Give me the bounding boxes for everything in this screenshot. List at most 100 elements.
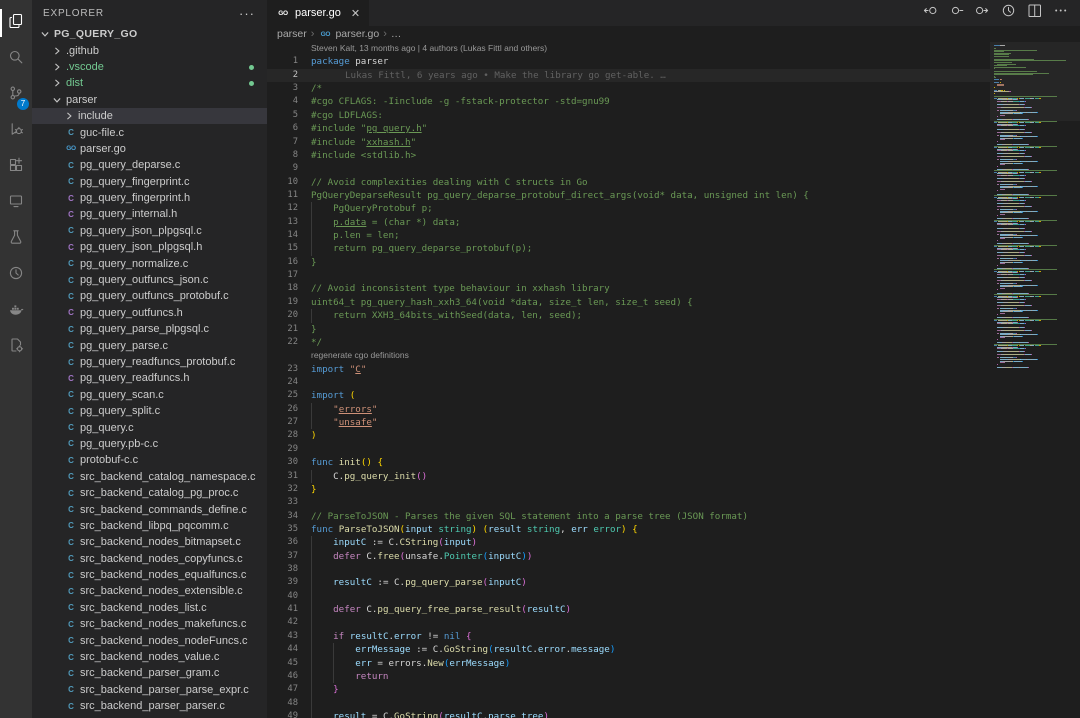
- tree-item-pg-query-deparse-c[interactable]: Cpg_query_deparse.c: [32, 157, 267, 173]
- activity-item-testing[interactable]: [0, 221, 32, 257]
- more-actions-button[interactable]: [1053, 3, 1068, 23]
- activity-item-extensions[interactable]: [0, 149, 32, 185]
- tree-item-pg-query-internal-h[interactable]: Cpg_query_internal.h: [32, 206, 267, 222]
- tab-parser-go[interactable]: GO parser.go ✕: [267, 0, 369, 26]
- tree-item-src-backend-nodes-extensible-c[interactable]: Csrc_backend_nodes_extensible.c: [32, 583, 267, 599]
- codelens-row[interactable]: regenerate cgo definitions: [267, 349, 990, 362]
- code-line[interactable]: 4#cgo CFLAGS: -Iinclude -g -fstack-prote…: [267, 95, 990, 108]
- code-line[interactable]: 23import "C": [267, 363, 990, 376]
- activity-item-remote-explorer[interactable]: [0, 185, 32, 221]
- code-line[interactable]: 43 if resultC.error != nil {: [267, 630, 990, 643]
- minimap[interactable]: [990, 42, 1080, 718]
- explorer-more-actions-button[interactable]: ···: [239, 6, 255, 21]
- code-line[interactable]: 34// ParseToJSON - Parses the given SQL …: [267, 510, 990, 523]
- tree-item-src-backend-nodes-makefuncs-c[interactable]: Csrc_backend_nodes_makefuncs.c: [32, 616, 267, 632]
- tree-item-pg-query-parse-c[interactable]: Cpg_query_parse.c: [32, 337, 267, 353]
- tree-item--github[interactable]: .github: [32, 42, 267, 58]
- activity-item-source-control[interactable]: 7: [0, 77, 32, 113]
- tree-item-src-backend-nodes-copyfuncs-c[interactable]: Csrc_backend_nodes_copyfuncs.c: [32, 551, 267, 567]
- code-line[interactable]: 33: [267, 496, 990, 509]
- code-line[interactable]: 13 p.data = (char *) data;: [267, 216, 990, 229]
- file-history-button[interactable]: [1001, 3, 1016, 23]
- code-line[interactable]: 21}: [267, 323, 990, 336]
- previous-change-button[interactable]: [923, 3, 938, 23]
- code-line[interactable]: 20 return XXH3_64bits_withSeed(data, len…: [267, 309, 990, 322]
- tree-item-src-backend-parser-parser-c[interactable]: Csrc_backend_parser_parser.c: [32, 698, 267, 714]
- tree-item-pg-query-parse-plpgsql-c[interactable]: Cpg_query_parse_plpgsql.c: [32, 321, 267, 337]
- open-changes-button[interactable]: [949, 3, 964, 23]
- tree-item-include[interactable]: include: [32, 108, 267, 124]
- tree-item-pg-query-split-c[interactable]: Cpg_query_split.c: [32, 403, 267, 419]
- code-editor[interactable]: Steven Kalt, 13 months ago | 4 authors (…: [267, 42, 990, 718]
- code-line[interactable]: 10// Avoid complexities dealing with C s…: [267, 176, 990, 189]
- code-line[interactable]: 46 return: [267, 670, 990, 683]
- code-line[interactable]: 39 resultC := C.pg_query_parse(inputC): [267, 576, 990, 589]
- code-line[interactable]: 5#cgo LDFLAGS:: [267, 109, 990, 122]
- activity-item-gitlens[interactable]: [0, 257, 32, 293]
- code-line[interactable]: 37 defer C.free(unsafe.Pointer(inputC)): [267, 550, 990, 563]
- tab-close-icon[interactable]: ✕: [351, 7, 360, 20]
- code-line[interactable]: 40: [267, 590, 990, 603]
- tree-item-src-backend-parser-parse-expr-c[interactable]: Csrc_backend_parser_parse_expr.c: [32, 682, 267, 698]
- code-line[interactable]: 45 err = errors.New(errMessage): [267, 657, 990, 670]
- tree-item-src-backend-nodes-nodefuncs-c[interactable]: Csrc_backend_nodes_nodeFuncs.c: [32, 632, 267, 648]
- tree-item-pg-query-outfuncs-h[interactable]: Cpg_query_outfuncs.h: [32, 305, 267, 321]
- code-line[interactable]: 16}: [267, 256, 990, 269]
- code-line[interactable]: 22*/: [267, 336, 990, 349]
- code-line[interactable]: 11PgQueryDeparseResult pg_query_deparse_…: [267, 189, 990, 202]
- tree-item-pg-query-json-plpgsql-c[interactable]: Cpg_query_json_plpgsql.c: [32, 223, 267, 239]
- activity-item-run-debug[interactable]: [0, 113, 32, 149]
- tree-item-src-backend-parser-gram-c[interactable]: Csrc_backend_parser_gram.c: [32, 665, 267, 681]
- code-line[interactable]: 15 return pg_query_deparse_protobuf(p);: [267, 242, 990, 255]
- tree-item-src-backend-nodes-value-c[interactable]: Csrc_backend_nodes_value.c: [32, 649, 267, 665]
- tree-item-pg-query-fingerprint-h[interactable]: Cpg_query_fingerprint.h: [32, 190, 267, 206]
- activity-item-docker[interactable]: [0, 293, 32, 329]
- tree-item-pg-query-fingerprint-c[interactable]: Cpg_query_fingerprint.c: [32, 174, 267, 190]
- codelens-row[interactable]: Steven Kalt, 13 months ago | 4 authors (…: [267, 42, 990, 55]
- code-line[interactable]: 6#include "pg_query.h": [267, 122, 990, 135]
- code-line[interactable]: 31 C.pg_query_init(): [267, 470, 990, 483]
- tree-item-pg-query-outfuncs-protobuf-c[interactable]: Cpg_query_outfuncs_protobuf.c: [32, 288, 267, 304]
- tree-item-parser-go[interactable]: GOparser.go: [32, 141, 267, 157]
- tree-root-folder[interactable]: PG_QUERY_GO: [32, 26, 267, 42]
- code-line[interactable]: 1package parser: [267, 55, 990, 68]
- code-line[interactable]: 7#include "xxhash.h": [267, 136, 990, 149]
- code-line[interactable]: 29: [267, 443, 990, 456]
- tree-item-pg-query-pb-c-c[interactable]: Cpg_query.pb-c.c: [32, 436, 267, 452]
- tree-item-pg-query-normalize-c[interactable]: Cpg_query_normalize.c: [32, 255, 267, 271]
- tree-item-pg-query-json-plpgsql-h[interactable]: Cpg_query_json_plpgsql.h: [32, 239, 267, 255]
- code-line[interactable]: 2Lukas Fittl, 6 years ago • Make the lib…: [267, 69, 990, 82]
- tree-item-dist[interactable]: dist: [32, 75, 267, 91]
- tree-item-pg-query-c[interactable]: Cpg_query.c: [32, 419, 267, 435]
- code-line[interactable]: 19uint64_t pg_query_hash_xxh3_64(void *d…: [267, 296, 990, 309]
- code-line[interactable]: 36 inputC := C.CString(input): [267, 536, 990, 549]
- code-line[interactable]: 18// Avoid inconsistent type behaviour i…: [267, 282, 990, 295]
- split-editor-button[interactable]: [1027, 3, 1042, 23]
- tree-item-parser[interactable]: parser: [32, 92, 267, 108]
- code-line[interactable]: 25import (: [267, 389, 990, 402]
- code-line[interactable]: 41 defer C.pg_query_free_parse_result(re…: [267, 603, 990, 616]
- tree-item-pg-query-readfuncs-h[interactable]: Cpg_query_readfuncs.h: [32, 370, 267, 386]
- tree-item-src-backend-libpq-pqcomm-c[interactable]: Csrc_backend_libpq_pqcomm.c: [32, 518, 267, 534]
- code-line[interactable]: 14 p.len = len;: [267, 229, 990, 242]
- breadcrumb-file[interactable]: GOparser.go: [318, 28, 379, 40]
- tree-item-pg-query-outfuncs-json-c[interactable]: Cpg_query_outfuncs_json.c: [32, 272, 267, 288]
- code-line[interactable]: 42: [267, 616, 990, 629]
- tree-item-src-backend-nodes-bitmapset-c[interactable]: Csrc_backend_nodes_bitmapset.c: [32, 534, 267, 550]
- tree-item-src-backend-catalog-pg-proc-c[interactable]: Csrc_backend_catalog_pg_proc.c: [32, 485, 267, 501]
- tree-item-pg-query-readfuncs-protobuf-c[interactable]: Cpg_query_readfuncs_protobuf.c: [32, 354, 267, 370]
- code-line[interactable]: 3/*: [267, 82, 990, 95]
- code-line[interactable]: 32}: [267, 483, 990, 496]
- code-line[interactable]: 49 result = C.GoString(resultC.parse_tre…: [267, 710, 990, 718]
- tree-item-protobuf-c-c[interactable]: Cprotobuf-c.c: [32, 452, 267, 468]
- code-line[interactable]: 30func init() {: [267, 456, 990, 469]
- code-line[interactable]: 9: [267, 162, 990, 175]
- code-line[interactable]: 35func ParseToJSON(input string) (result…: [267, 523, 990, 536]
- tree-item-pg-query-scan-c[interactable]: Cpg_query_scan.c: [32, 387, 267, 403]
- code-line[interactable]: 44 errMessage := C.GoString(resultC.erro…: [267, 643, 990, 656]
- activity-item-explorer[interactable]: [0, 5, 32, 41]
- tree-item--vscode[interactable]: .vscode: [32, 59, 267, 75]
- breadcrumb-folder[interactable]: parser: [277, 28, 307, 40]
- activity-item-project-settings[interactable]: [0, 329, 32, 365]
- tree-item-src-backend-nodes-list-c[interactable]: Csrc_backend_nodes_list.c: [32, 600, 267, 616]
